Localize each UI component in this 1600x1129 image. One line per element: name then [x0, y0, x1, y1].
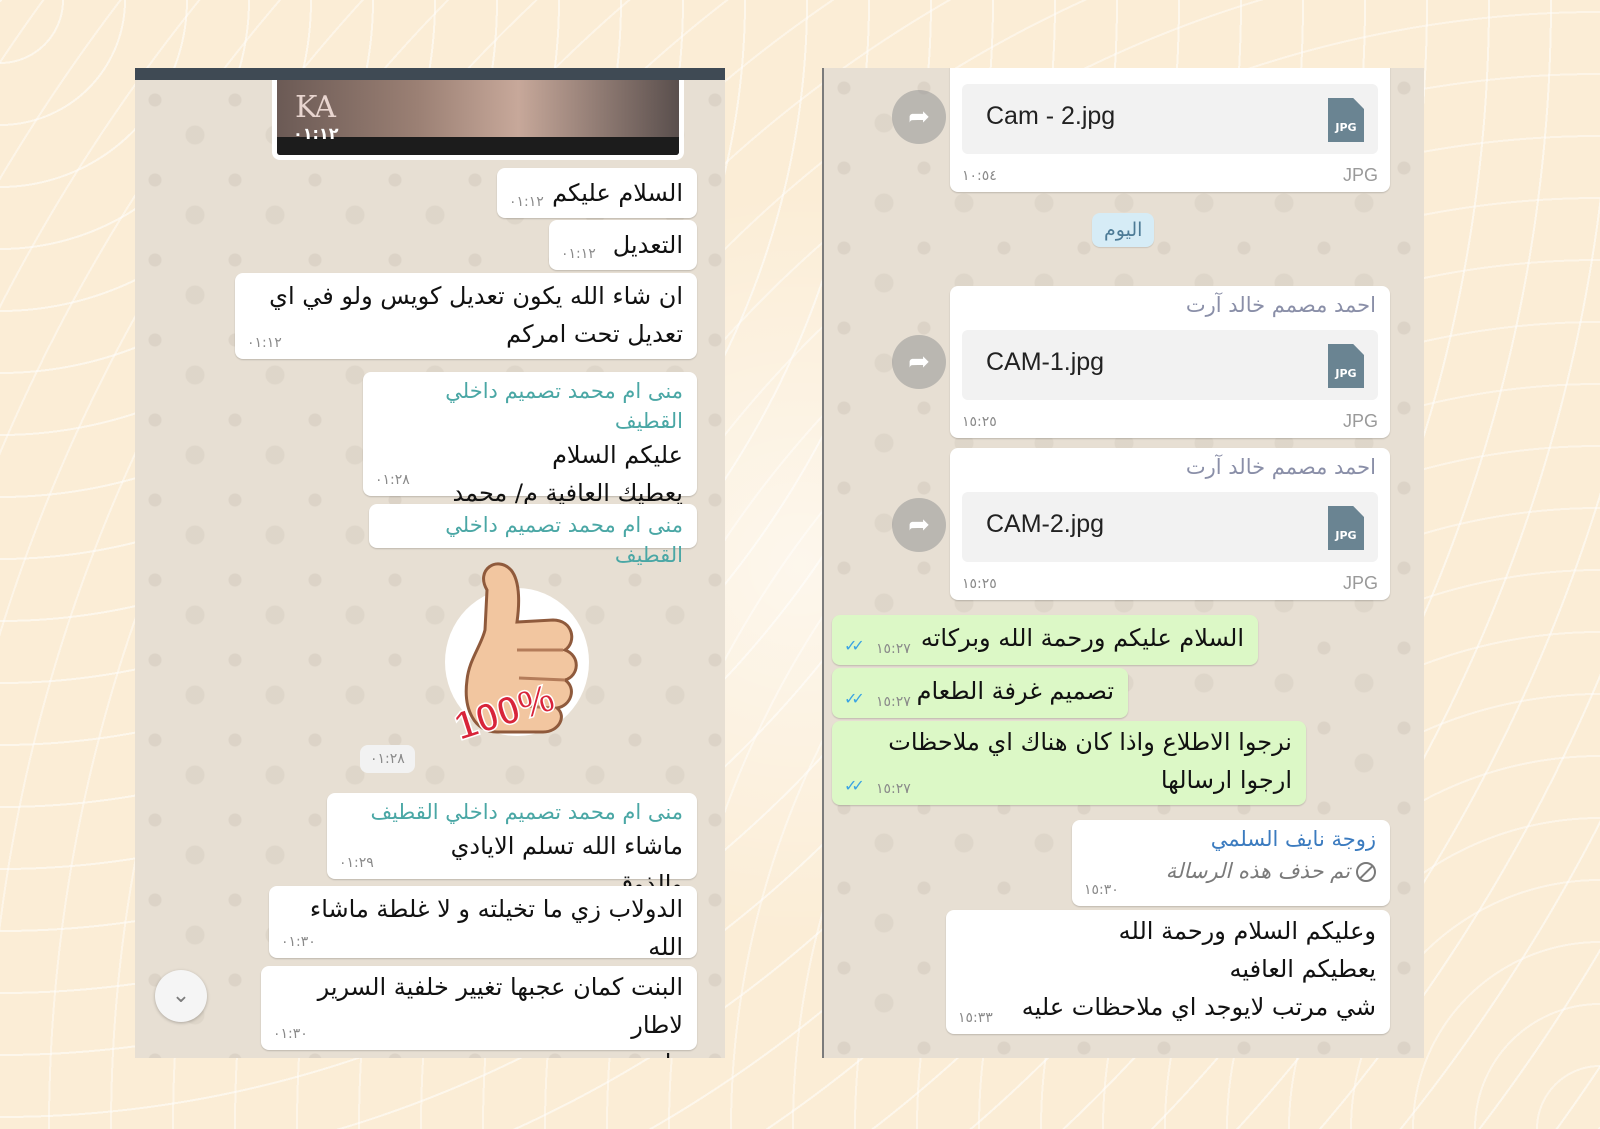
file-message[interactable]: Cam - 2.jpg JPG ١٠:٥٤ JPG: [950, 68, 1390, 192]
sender-name[interactable]: احمد مصمم خالد آرت: [950, 286, 1390, 324]
message-time: ٠١:٢٩: [339, 855, 374, 871]
file-type: JPG: [1342, 411, 1378, 431]
message-time: ٠١:١٢: [247, 335, 282, 351]
file-name: Cam - 2.jpg: [986, 102, 1116, 130]
file-type: JPG: [1342, 573, 1378, 593]
message-text-line: ان شاء الله يكون تعديل كويس ولو في اي: [269, 282, 683, 310]
deleted-message-row: تم حذف هذه الرسالة: [1086, 854, 1376, 888]
incoming-message[interactable]: التعديل ٠١:١٢: [549, 220, 697, 270]
sender-name[interactable]: زوجة نايف السلمي: [1086, 824, 1376, 854]
jpg-file-icon: JPG: [1328, 344, 1364, 388]
incoming-message[interactable]: السلام عليكم ٠١:١٢: [497, 168, 697, 218]
message-text-line: البنت كمان عجبها تغيير خلفية السرير لاطا…: [317, 973, 683, 1039]
sender-name[interactable]: احمد مصمم خالد آرت: [950, 448, 1390, 486]
outgoing-message[interactable]: نرجوا الاطلاع واذا كان هناك اي ملاحظات ا…: [832, 721, 1306, 805]
message-time: ١٥:٢٧: [876, 694, 911, 710]
read-ticks-icon: ✓✓: [844, 689, 865, 708]
file-message[interactable]: احمد مصمم خالد آرت CAM-2.jpg JPG ١٥:٢٥ J…: [950, 448, 1390, 600]
message-text-line: وعليكم السلام ورحمة الله: [1118, 917, 1376, 945]
date-chip: اليوم: [1092, 213, 1155, 247]
forward-button[interactable]: ➦: [892, 498, 946, 552]
blocked-icon: [1356, 862, 1376, 882]
double-chevron-down-icon: ⌄: [171, 983, 191, 1008]
jpg-file-icon: JPG: [1328, 506, 1364, 550]
message-time: ١٥:٣٠: [1084, 882, 1119, 898]
message-text-line: ارجوا ارسالها: [1160, 766, 1292, 794]
incoming-message[interactable]: منى ام محمد تصميم داخلي القطيف عليكم الس…: [363, 372, 697, 507]
file-card[interactable]: CAM-1.jpg JPG: [962, 330, 1378, 400]
incoming-message[interactable]: وعليكم السلام ورحمة الله يعطيكم العافيه …: [946, 910, 1390, 1034]
sticker-time: ٠١:٢٨: [360, 745, 415, 773]
thumbs-up-sticker[interactable]: 100%: [425, 550, 605, 750]
file-name: CAM-2.jpg: [986, 510, 1105, 538]
incoming-message[interactable]: منى ام محمد تصميم داخلي القطيف ماشاء الل…: [327, 793, 697, 898]
sender-name[interactable]: منى ام محمد تصميم داخلي القطيف: [341, 797, 683, 827]
forward-arrow-icon: ➦: [908, 510, 930, 540]
message-text-line: واحد: [275, 1044, 683, 1058]
brand-logo: KA: [295, 90, 336, 125]
message-time: ٠١:٣٠: [273, 1026, 308, 1042]
outgoing-message[interactable]: السلام عليكم ورحمة الله وبركاته ✓✓ ١٥:٢٧: [832, 615, 1258, 665]
incoming-sender-header[interactable]: منى ام محمد تصميم داخلي القطيف: [369, 504, 697, 567]
read-ticks-icon: ✓✓: [844, 776, 865, 795]
forward-button[interactable]: ➦: [892, 335, 946, 389]
file-name: CAM-1.jpg: [986, 348, 1105, 376]
message-time: ١٥:٢٧: [876, 781, 911, 797]
image-message[interactable]: KA ٠١:١٢: [272, 80, 684, 160]
message-text-line: نرجوا الاطلاع واذا كان هناك اي ملاحظات: [888, 728, 1292, 756]
message-text-line: تعديل تحت امركم: [506, 320, 683, 348]
message-time: ١٥:٢٧: [876, 641, 911, 657]
forward-button[interactable]: ➦: [892, 90, 946, 144]
read-ticks-icon: ✓✓: [844, 636, 865, 655]
message-time: ٠١:٣٠: [281, 934, 316, 950]
scroll-to-bottom-button[interactable]: ⌄: [155, 970, 207, 1022]
jpg-file-icon: JPG: [1328, 98, 1364, 142]
message-time: ١٥:٣٣: [958, 1010, 993, 1026]
file-card[interactable]: CAM-2.jpg JPG: [962, 492, 1378, 562]
incoming-message[interactable]: البنت كمان عجبها تغيير خلفية السرير لاطا…: [261, 966, 697, 1058]
message-time: ٠١:٢٨: [375, 472, 410, 488]
message-text: الدولاب زي ما تخيلته و لا غلطة ماشاء الل…: [309, 895, 683, 961]
message-time: ٠١:١٢: [509, 194, 544, 210]
message-text-line: عليكم السلام: [552, 441, 683, 469]
deleted-message[interactable]: زوجة نايف السلمي تم حذف هذه الرسالة ١٥:٣…: [1072, 820, 1390, 906]
outgoing-message[interactable]: تصميم غرفة الطعام ✓✓ ١٥:٢٧: [832, 668, 1128, 718]
message-time: ١٥:٢٥: [962, 576, 997, 592]
message-time: ٠١:١٢: [561, 246, 596, 262]
file-type: JPG: [1342, 165, 1378, 185]
message-time: ١٠:٥٤: [962, 168, 997, 184]
right-chat-screenshot: Cam - 2.jpg JPG ١٠:٥٤ JPG ➦ اليوم احمد م…: [822, 68, 1424, 1058]
file-card[interactable]: Cam - 2.jpg JPG: [962, 84, 1378, 154]
forward-arrow-icon: ➦: [908, 102, 930, 132]
message-text-line: يعطيكم العافيه: [1229, 955, 1377, 983]
left-chat-screenshot: KA ٠١:١٢ السلام عليكم ٠١:١٢ التعديل ٠١:١…: [135, 68, 725, 1058]
deleted-message-text: تم حذف هذه الرسالة: [1165, 859, 1350, 883]
message-time: ١٥:٢٥: [962, 414, 997, 430]
message-text-line: شي مرتب لايوجد اي ملاحظات عليه: [1021, 993, 1376, 1021]
forward-arrow-icon: ➦: [908, 347, 930, 377]
sender-name[interactable]: منى ام محمد تصميم داخلي القطيف: [377, 376, 683, 436]
message-time: ٠١:١٢: [293, 124, 339, 143]
incoming-message[interactable]: الدولاب زي ما تخيلته و لا غلطة ماشاء الل…: [269, 886, 697, 961]
file-message[interactable]: احمد مصمم خالد آرت CAM-1.jpg JPG ١٥:٢٥ J…: [950, 286, 1390, 438]
incoming-message[interactable]: ان شاء الله يكون تعديل كويس ولو في اي تع…: [235, 273, 697, 359]
